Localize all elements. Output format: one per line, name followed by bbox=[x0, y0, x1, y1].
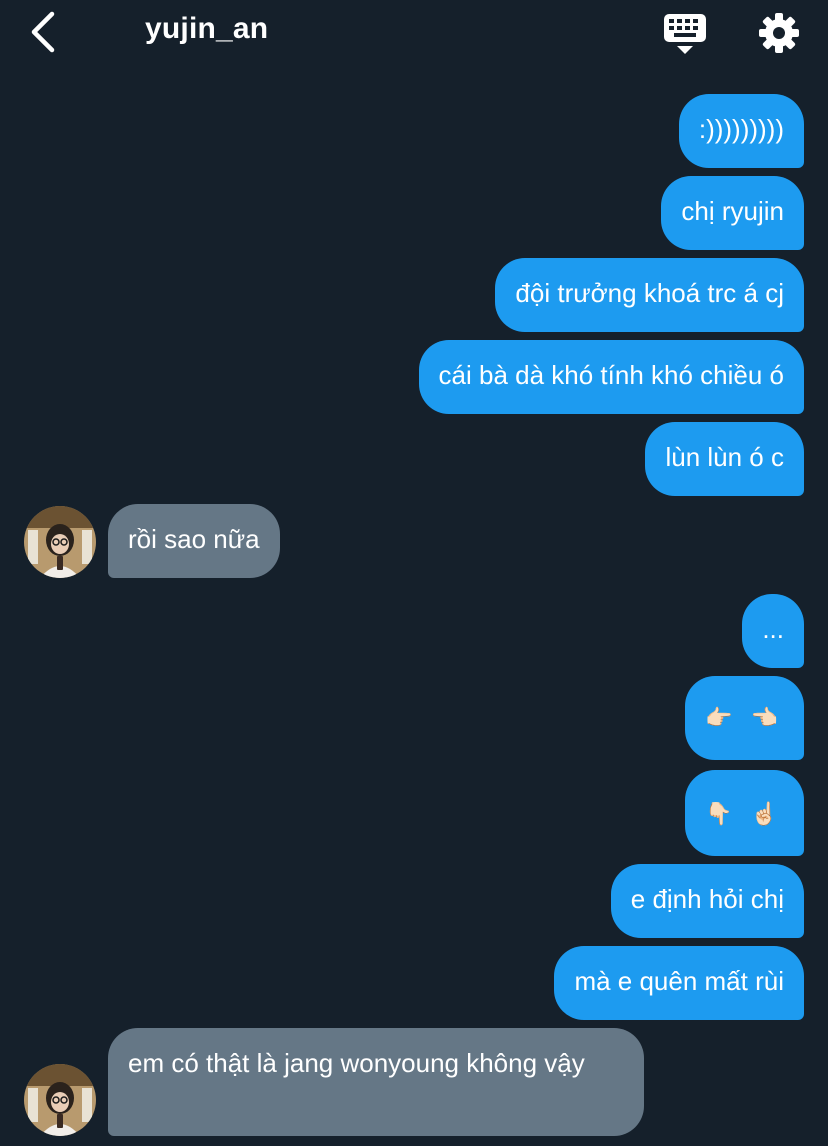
received-message[interactable]: rồi sao nữa bbox=[108, 504, 280, 578]
message-list: :))))))))) chị ryujin đội trưởng khoá tr… bbox=[0, 0, 828, 1146]
sent-message[interactable]: cái bà dà khó tính khó chiều ó bbox=[418, 340, 804, 414]
sent-message[interactable]: :))))))))) bbox=[678, 94, 804, 168]
received-message[interactable]: em có thật là jang wonyoung không vậy bbox=[108, 1028, 644, 1136]
sent-message[interactable]: lùn lùn ó c bbox=[645, 422, 804, 496]
sent-message[interactable]: 👉🏻 👈🏻 bbox=[685, 676, 804, 760]
avatar[interactable] bbox=[24, 1064, 96, 1136]
sent-message[interactable]: đội trưởng khoá trc á cj bbox=[495, 258, 804, 332]
sent-message[interactable]: ... bbox=[742, 594, 804, 668]
avatar-photo bbox=[24, 1064, 96, 1136]
avatar-photo bbox=[24, 506, 96, 578]
sent-message[interactable]: 👇🏻 ☝🏻 bbox=[685, 770, 804, 856]
sent-message[interactable]: e định hỏi chị bbox=[610, 864, 804, 938]
sent-message[interactable]: mà e quên mất rùi bbox=[554, 946, 804, 1020]
avatar[interactable] bbox=[24, 506, 96, 578]
sent-message[interactable]: chị ryujin bbox=[661, 176, 804, 250]
